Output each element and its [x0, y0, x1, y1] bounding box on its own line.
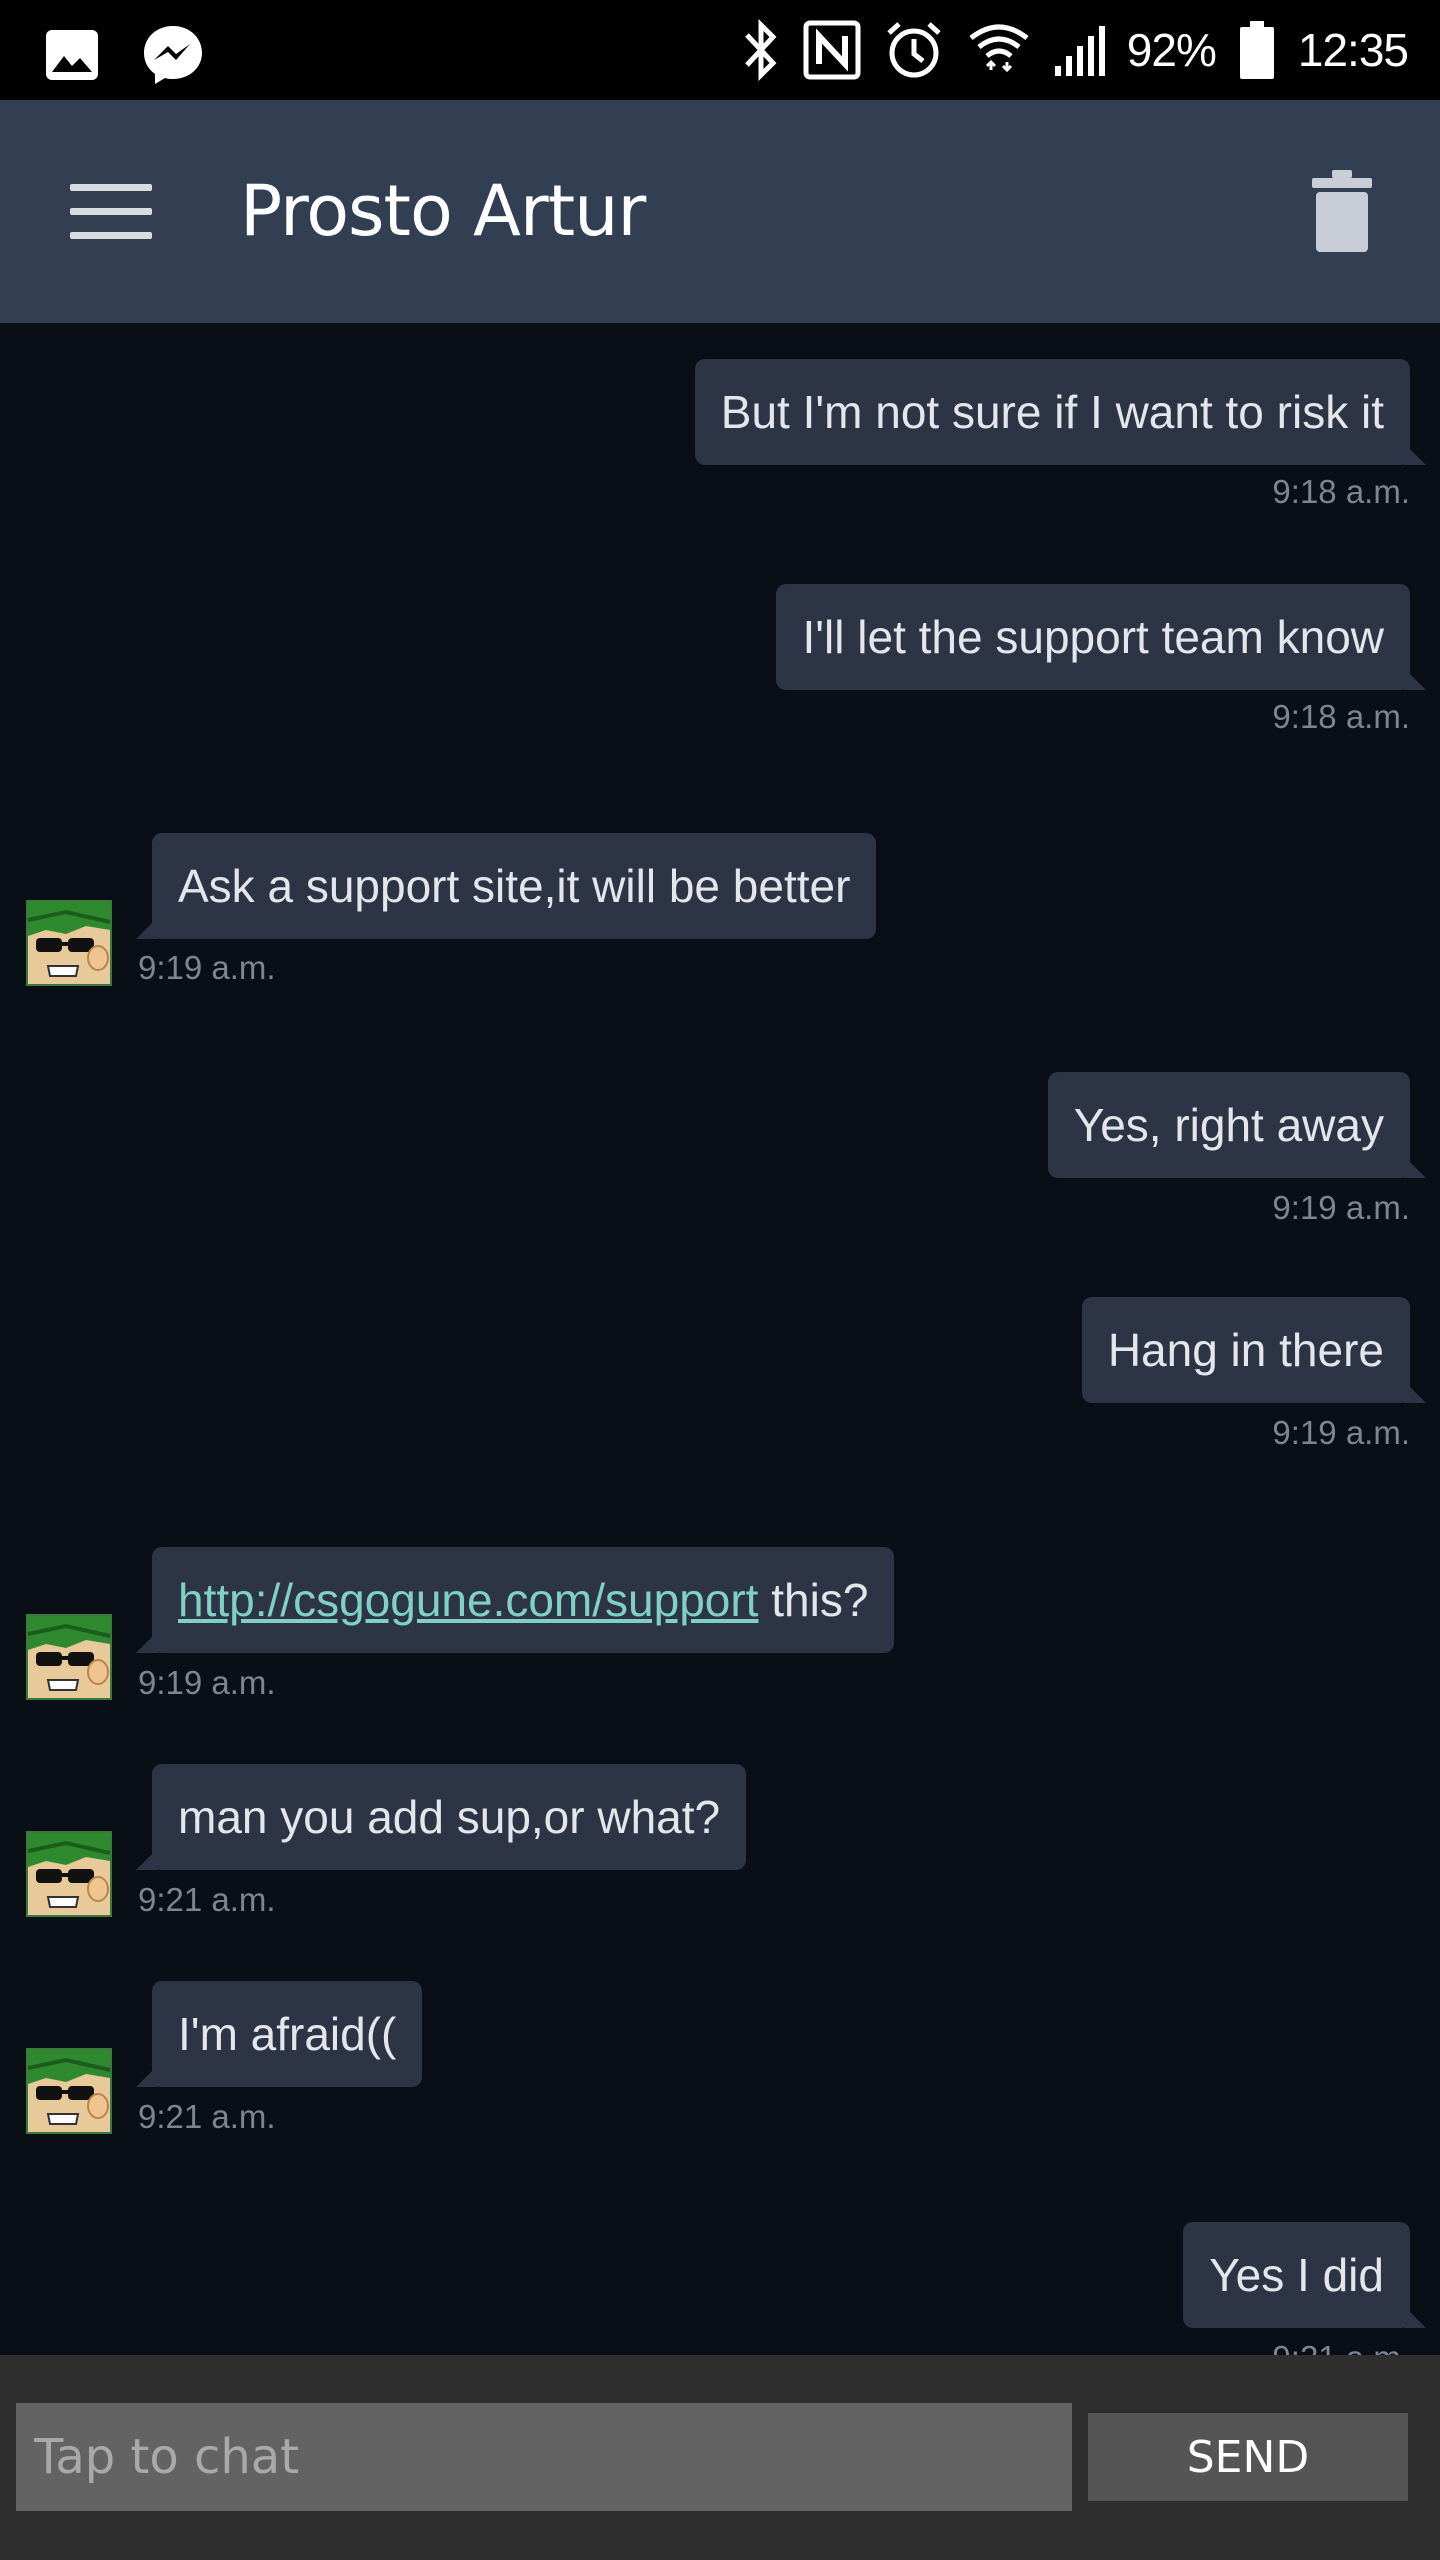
clock: 12:35: [1297, 24, 1409, 76]
incoming-message[interactable]: Ask a support site,it will be better: [135, 833, 877, 939]
signal-icon: [1054, 26, 1105, 76]
compose-bar: SEND: [0, 2355, 1440, 2560]
contact-avatar[interactable]: [26, 2048, 112, 2134]
chat-input[interactable]: [16, 2403, 1072, 2511]
message-time: 9:19 a.m.: [1272, 1189, 1410, 1226]
outgoing-message[interactable]: Yes I did: [1183, 2222, 1426, 2328]
trash-icon[interactable]: [1310, 168, 1374, 254]
contact-avatar[interactable]: [26, 1831, 112, 1917]
outgoing-message[interactable]: Yes, right away: [1047, 1072, 1427, 1178]
message-time: 9:18 a.m.: [1272, 698, 1410, 735]
wifi-icon: [969, 24, 1029, 73]
message-list[interactable]: But I'm not sure if I want to risk it 9:…: [0, 323, 1440, 2355]
battery-percent: 92%: [1126, 24, 1217, 76]
send-button[interactable]: SEND: [1088, 2413, 1408, 2501]
message-time: 9:18 a.m.: [1272, 473, 1410, 510]
messenger-icon: [144, 26, 202, 84]
alarm-icon: [887, 22, 941, 78]
bluetooth-icon: [744, 19, 777, 81]
nfc-icon: [803, 20, 861, 80]
outgoing-message[interactable]: But I'm not sure if I want to risk it: [694, 359, 1427, 465]
message-time: 9:19 a.m.: [138, 1664, 276, 1701]
outgoing-message[interactable]: I'll let the support team know: [776, 584, 1426, 690]
message-time: 9:21 a.m.: [138, 1881, 276, 1918]
message-time: 9:21 a.m.: [138, 2098, 276, 2135]
incoming-message[interactable]: man you add sup,or what?: [135, 1764, 747, 1870]
chat-title: Prosto Artur: [240, 170, 646, 252]
outgoing-message[interactable]: Hang in there: [1081, 1297, 1427, 1403]
message-text: this?: [758, 1574, 869, 1626]
gallery-icon: [46, 30, 98, 80]
hamburger-menu-icon[interactable]: [70, 184, 152, 240]
battery-icon: [1239, 21, 1274, 79]
message-time: 9:21 a.m.: [1272, 2339, 1410, 2355]
contact-avatar[interactable]: [26, 1614, 112, 1700]
message-time: 9:19 a.m.: [138, 949, 276, 986]
message-time: 9:19 a.m.: [1272, 1414, 1410, 1451]
incoming-message: http://csgogune.com/support this?: [135, 1547, 895, 1653]
message-link[interactable]: http://csgogune.com/support: [178, 1574, 758, 1626]
status-bar: 92% 12:35: [0, 0, 1440, 100]
app-toolbar: Prosto Artur: [0, 100, 1440, 323]
incoming-message[interactable]: I'm afraid((: [135, 1981, 423, 2087]
contact-avatar[interactable]: [26, 900, 112, 986]
